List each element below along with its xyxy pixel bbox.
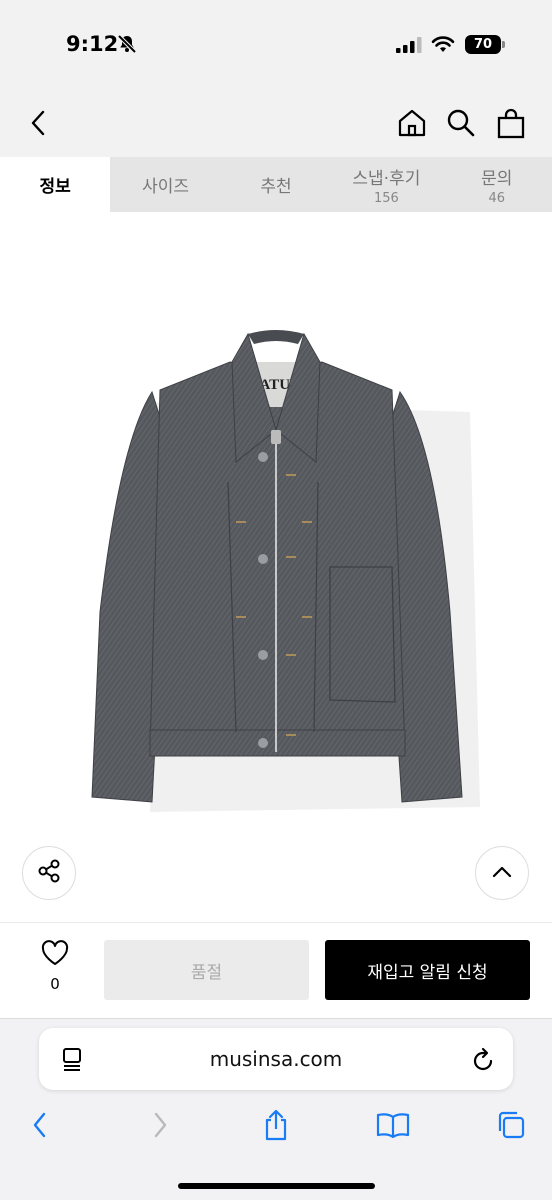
reload-icon[interactable] — [471, 1046, 495, 1076]
tab-label: 추천 — [260, 177, 292, 197]
tab-count: 156 — [373, 190, 399, 206]
share-icon — [36, 858, 62, 888]
chevron-up-icon — [491, 864, 513, 883]
app-header — [0, 90, 552, 157]
tab-label: 정보 — [39, 177, 71, 197]
bookmarks-icon[interactable] — [373, 1105, 413, 1145]
status-time: 9:12 — [66, 32, 119, 56]
share-button[interactable] — [22, 846, 76, 900]
heart-icon — [40, 940, 70, 971]
scroll-top-button[interactable] — [475, 846, 529, 900]
like-button[interactable]: 0 — [30, 939, 80, 993]
tabs-overview-icon[interactable] — [491, 1105, 531, 1145]
wifi-icon — [431, 35, 455, 57]
tab-size[interactable]: 사이즈 — [110, 157, 220, 212]
url-text: musinsa.com — [209, 1047, 343, 1071]
tab-snap-review[interactable]: 스냅·후기 156 — [331, 157, 441, 212]
product-tabs: 정보 사이즈 추천 스냅·후기 156 문의 46 — [0, 157, 552, 212]
browser-toolbar: musinsa.com — [0, 1018, 552, 1200]
shopping-bag-icon[interactable] — [494, 106, 528, 140]
tab-label: 스냅·후기 — [352, 168, 421, 189]
back-chevron-icon[interactable] — [22, 106, 56, 140]
like-count: 0 — [50, 975, 60, 993]
share-sheet-icon[interactable] — [256, 1105, 296, 1145]
home-indicator — [178, 1183, 375, 1189]
tab-recommend[interactable]: 추천 — [221, 157, 331, 212]
purchase-bar: 0 품절 재입고 알림 신청 — [0, 922, 552, 1018]
battery-indicator: 70 — [465, 35, 501, 54]
battery-cap — [502, 41, 505, 48]
tab-label: 사이즈 — [142, 177, 190, 197]
search-icon[interactable] — [444, 106, 478, 140]
restock-alert-button[interactable]: 재입고 알림 신청 — [325, 940, 530, 1000]
soldout-button[interactable]: 품절 — [104, 940, 309, 1000]
product-image-area: SATUR — [0, 212, 552, 922]
address-bar[interactable]: musinsa.com — [39, 1028, 513, 1090]
tab-count: 46 — [488, 190, 506, 206]
tab-info[interactable]: 정보 — [0, 157, 111, 212]
tab-inquiry[interactable]: 문의 46 — [442, 157, 552, 212]
browser-back-icon[interactable] — [20, 1105, 60, 1145]
silent-bell-icon — [117, 34, 137, 58]
status-bar: 9:12 70 — [0, 0, 552, 90]
home-icon[interactable] — [395, 106, 429, 140]
browser-forward-icon[interactable] — [140, 1105, 180, 1145]
cellular-signal-icon — [396, 37, 422, 57]
product-image: SATUR — [91, 330, 480, 812]
tab-label: 문의 — [481, 168, 513, 189]
